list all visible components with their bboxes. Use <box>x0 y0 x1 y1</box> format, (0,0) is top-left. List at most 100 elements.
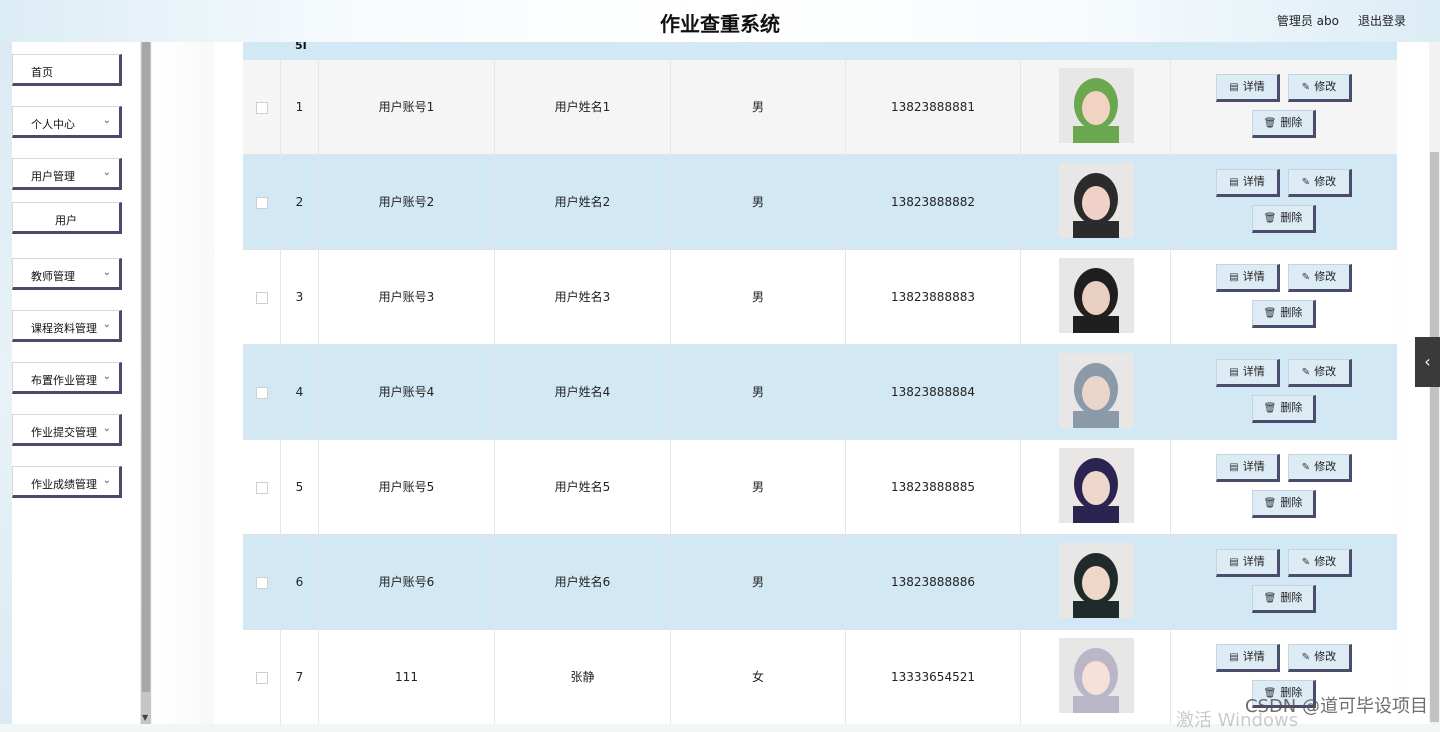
avatar[interactable] <box>1059 638 1134 713</box>
trash-icon: 🗑 <box>1263 403 1277 414</box>
table-row: 6 用户账号6 用户姓名6 男 13823888886 ▤ 详情 ✎ 修改 🗑 删除 <box>243 535 1397 630</box>
top-header: 作业查重系统 管理员 abo 退出登录 <box>0 0 1440 42</box>
avatar[interactable] <box>1059 68 1134 143</box>
detail-button-label: 详情 <box>1242 460 1265 473</box>
trash-icon: 🗑 <box>1263 593 1277 604</box>
sidebar-item-label: 作业成绩管理 <box>31 478 97 491</box>
photo-cell <box>1021 440 1171 535</box>
row-checkbox[interactable] <box>255 101 268 114</box>
pencil-icon: ✎ <box>1301 177 1311 188</box>
delete-button-label: 删除 <box>1280 401 1303 414</box>
name-cell: 用户姓名6 <box>495 535 671 630</box>
delete-button[interactable]: 🗑 删除 <box>1252 300 1316 328</box>
pencil-icon: ✎ <box>1301 82 1311 93</box>
avatar[interactable] <box>1059 353 1134 428</box>
detail-button[interactable]: ▤ 详情 <box>1216 644 1280 672</box>
pencil-icon: ✎ <box>1301 652 1311 663</box>
avatar[interactable] <box>1059 258 1134 333</box>
row-checkbox[interactable] <box>255 196 268 209</box>
avatar[interactable] <box>1059 543 1134 618</box>
sidebar-item-label: 用户管理 <box>31 170 75 183</box>
name-cell: 用户姓名3 <box>495 250 671 345</box>
edit-button[interactable]: ✎ 修改 <box>1288 169 1352 197</box>
edit-button[interactable]: ✎ 修改 <box>1288 264 1352 292</box>
sidebar-item-label: 个人中心 <box>31 118 75 131</box>
document-icon: ▤ <box>1229 367 1239 378</box>
delete-button[interactable]: 🗑 删除 <box>1252 490 1316 518</box>
row-select-cell <box>243 535 281 630</box>
row-checkbox[interactable] <box>255 576 268 589</box>
logout-link[interactable]: 退出登录 <box>1358 12 1406 29</box>
sidebar-item-homework-submission[interactable]: 作业提交管理 ⌄ <box>12 414 122 446</box>
table-row: 5 用户账号5 用户姓名5 男 13823888885 ▤ 详情 ✎ 修改 🗑 删除 <box>243 440 1397 535</box>
edit-button[interactable]: ✎ 修改 <box>1288 454 1352 482</box>
edit-button[interactable]: ✎ 修改 <box>1288 359 1352 387</box>
sidebar-item-user-management[interactable]: 用户管理 ⌄ <box>12 158 122 190</box>
sidebar-item-homework-grades[interactable]: 作业成绩管理 ⌄ <box>12 466 122 498</box>
name-cell: 用户姓名4 <box>495 345 671 440</box>
pencil-icon: ✎ <box>1301 272 1311 283</box>
sidebar-scrollbar[interactable]: ▼ <box>141 42 151 724</box>
edit-button-label: 修改 <box>1314 555 1337 568</box>
sidebar-item-personal-center[interactable]: 个人中心 ⌄ <box>12 106 122 138</box>
row-checkbox[interactable] <box>255 671 268 684</box>
actions-cell: ▤ 详情 ✎ 修改 🗑 删除 <box>1171 535 1397 630</box>
row-checkbox[interactable] <box>255 291 268 304</box>
sidebar-subitem-users[interactable]: 用户 <box>12 202 122 234</box>
gender-cell: 男 <box>671 535 846 630</box>
gender-cell: 女 <box>671 630 846 724</box>
account-cell: 用户账号3 <box>319 250 495 345</box>
row-select-cell <box>243 60 281 155</box>
sidebar-item-label: 课程资料管理 <box>31 322 97 335</box>
detail-button[interactable]: ▤ 详情 <box>1216 169 1280 197</box>
delete-button[interactable]: 🗑 删除 <box>1252 110 1316 138</box>
detail-button-label: 详情 <box>1242 175 1265 188</box>
phone-cell: 13333654521 <box>846 630 1021 724</box>
phone-cell: 13823888883 <box>846 250 1021 345</box>
windows-activation-text: 激活 Windows <box>1176 710 1299 731</box>
edit-button-label: 修改 <box>1314 650 1337 663</box>
avatar[interactable] <box>1059 448 1134 523</box>
detail-button[interactable]: ▤ 详情 <box>1216 264 1280 292</box>
chevron-down-icon: ⌄ <box>102 115 111 126</box>
detail-button[interactable]: ▤ 详情 <box>1216 359 1280 387</box>
avatar[interactable] <box>1059 163 1134 238</box>
edit-button[interactable]: ✎ 修改 <box>1288 74 1352 102</box>
detail-button[interactable]: ▤ 详情 <box>1216 74 1280 102</box>
edit-button[interactable]: ✎ 修改 <box>1288 644 1352 672</box>
detail-button-label: 详情 <box>1242 80 1265 93</box>
gender-cell: 男 <box>671 440 846 535</box>
sidebar-item-label: 教师管理 <box>31 270 75 283</box>
table-row: 4 用户账号4 用户姓名4 男 13823888884 ▤ 详情 ✎ 修改 🗑 删除 <box>243 345 1397 440</box>
sidebar-item-course-materials[interactable]: 课程资料管理 ⌄ <box>12 310 122 342</box>
sidebar-item-home[interactable]: 首页 <box>12 54 122 86</box>
delete-button-label: 删除 <box>1280 591 1303 604</box>
detail-button[interactable]: ▤ 详情 <box>1216 549 1280 577</box>
edit-button-label: 修改 <box>1314 175 1337 188</box>
index-cell: 1 <box>281 60 319 155</box>
chevron-down-icon: ⌄ <box>102 267 111 278</box>
row-checkbox[interactable] <box>255 481 268 494</box>
page-scrollbar-thumb[interactable] <box>1430 152 1439 722</box>
row-select-cell <box>243 440 281 535</box>
index-cell: 2 <box>281 155 319 250</box>
sidebar-item-assign-homework[interactable]: 布置作业管理 ⌄ <box>12 362 122 394</box>
actions-cell: ▤ 详情 ✎ 修改 🗑 删除 <box>1171 250 1397 345</box>
sidebar-item-label: 用户 <box>55 214 77 227</box>
delete-button[interactable]: 🗑 删除 <box>1252 395 1316 423</box>
table-row: 3 用户账号3 用户姓名3 男 13823888883 ▤ 详情 ✎ 修改 🗑 删除 <box>243 250 1397 345</box>
delete-button[interactable]: 🗑 删除 <box>1252 585 1316 613</box>
delete-button-label: 删除 <box>1280 116 1303 129</box>
index-cell: 3 <box>281 250 319 345</box>
table-row: 1 用户账号1 用户姓名1 男 13823888881 ▤ 详情 ✎ 修改 🗑 删除 <box>243 60 1397 155</box>
photo-cell <box>1021 345 1171 440</box>
sidebar-item-teacher-management[interactable]: 教师管理 ⌄ <box>12 258 122 290</box>
row-checkbox[interactable] <box>255 386 268 399</box>
sidebar-scrollbar-thumb[interactable] <box>142 42 150 692</box>
detail-button[interactable]: ▤ 详情 <box>1216 454 1280 482</box>
edit-button[interactable]: ✎ 修改 <box>1288 549 1352 577</box>
delete-button[interactable]: 🗑 删除 <box>1252 205 1316 233</box>
scroll-down-arrow-icon[interactable]: ▼ <box>142 713 148 722</box>
admin-user-label: 管理员 abo <box>1276 14 1339 28</box>
collapse-toggle-button[interactable]: ‹ <box>1415 337 1440 387</box>
